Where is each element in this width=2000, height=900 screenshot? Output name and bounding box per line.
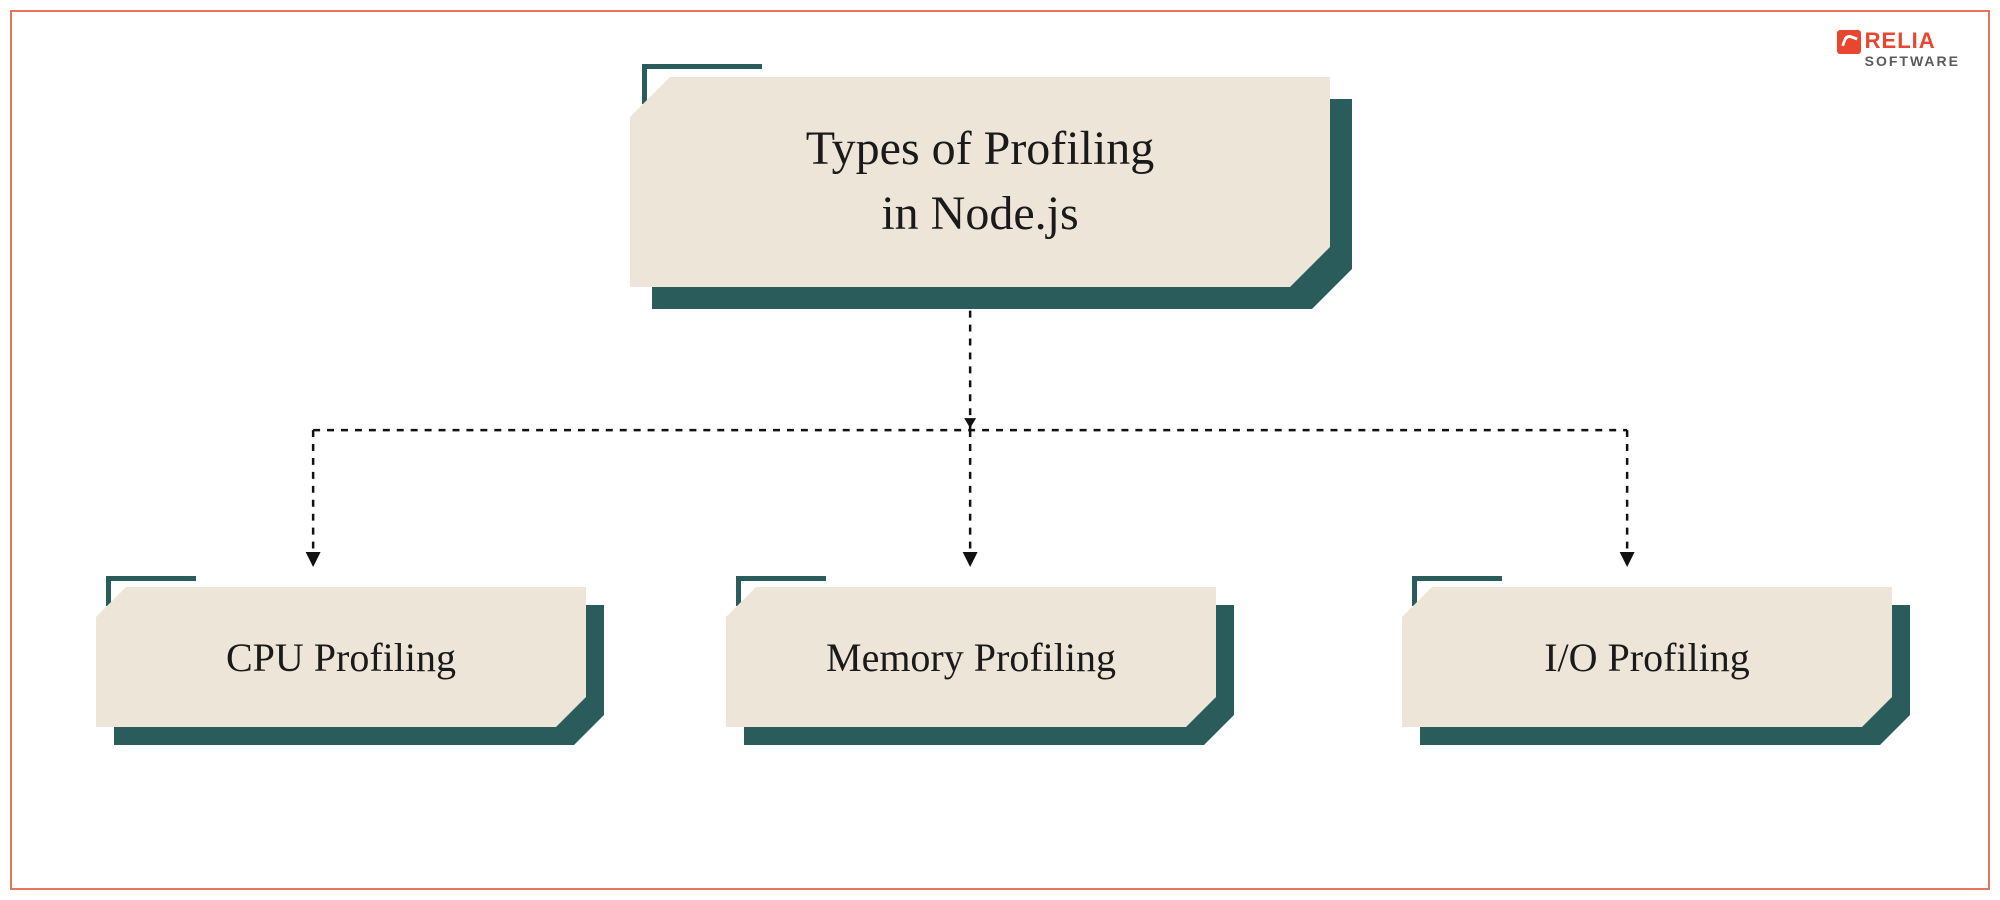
brand-logo: RELIA SOFTWARE: [1837, 30, 1960, 68]
child-box-cpu: CPU Profiling: [96, 587, 586, 727]
logo-mark-icon: [1837, 30, 1861, 54]
logo-text-secondary: SOFTWARE: [1865, 54, 1960, 68]
child-box-memory: Memory Profiling: [726, 587, 1216, 727]
title-box: Types of Profiling in Node.js: [630, 77, 1330, 287]
logo-text-primary: RELIA: [1865, 28, 1936, 53]
diagram-frame: RELIA SOFTWARE Types of Profiling in Nod…: [10, 10, 1990, 890]
child-label: CPU Profiling: [226, 634, 456, 681]
diagram-title: Types of Profiling in Node.js: [806, 117, 1155, 247]
child-box-io: I/O Profiling: [1402, 587, 1892, 727]
child-label: I/O Profiling: [1544, 634, 1750, 681]
child-label: Memory Profiling: [826, 634, 1116, 681]
